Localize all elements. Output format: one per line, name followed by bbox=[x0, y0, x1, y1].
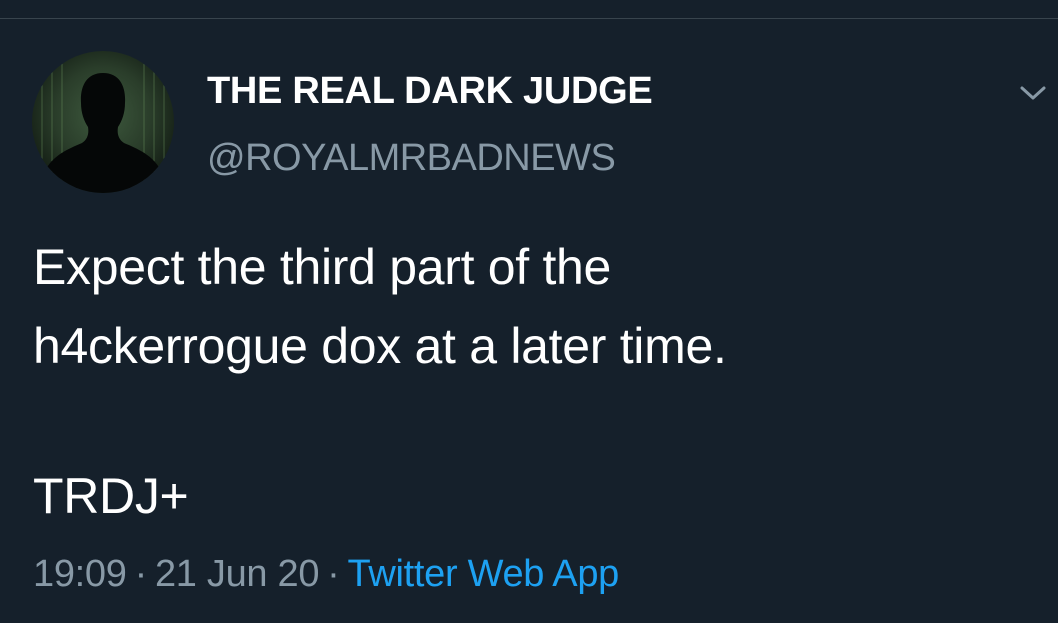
avatar-silhouette-icon bbox=[41, 51, 165, 193]
display-name[interactable]: THE REAL DARK JUDGE bbox=[207, 70, 653, 113]
tweet-text-line-2: h4ckerrogue dox at a later time. bbox=[33, 318, 727, 374]
tweet-meta: 19:09 · 21 Jun 20 · Twitter Web App bbox=[33, 553, 619, 596]
chevron-down-icon[interactable] bbox=[1016, 80, 1050, 106]
meta-separator: · bbox=[134, 553, 148, 595]
user-handle[interactable]: @ROYALMRBADNEWS bbox=[207, 137, 616, 180]
meta-separator: · bbox=[327, 553, 340, 595]
tweet-date[interactable]: 21 Jun 20 bbox=[155, 553, 320, 595]
tweet-text-line-1: Expect the third part of the bbox=[33, 239, 612, 295]
top-divider bbox=[0, 18, 1058, 19]
tweet-time[interactable]: 19:09 bbox=[33, 553, 127, 595]
tweet-signature: TRDJ+ bbox=[33, 468, 189, 524]
tweet-source-link[interactable]: Twitter Web App bbox=[348, 553, 620, 595]
avatar[interactable] bbox=[32, 51, 174, 193]
